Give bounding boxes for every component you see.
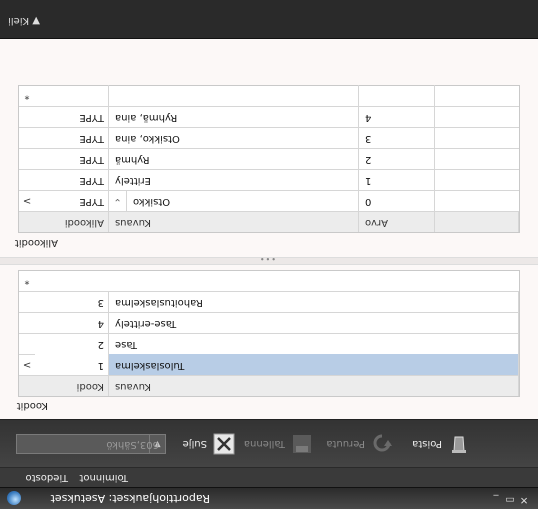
koodi-cell[interactable]: 1 bbox=[35, 354, 109, 375]
window-title: Raporttiohjaukset: Asetukset bbox=[50, 492, 210, 505]
new-row-marker: * bbox=[24, 275, 30, 286]
koodit-col-koodi[interactable]: Koodi bbox=[19, 375, 109, 396]
minimize-icon[interactable]: _ bbox=[490, 493, 502, 505]
alikoodit-col-empty bbox=[435, 211, 519, 232]
table-row[interactable]: > TYPE ⌄ Otsikko 0 bbox=[19, 190, 519, 211]
menu-bar: Tiedosto Toiminnot bbox=[0, 467, 538, 487]
title-bar: Raporttiohjaukset: Asetukset ✕ ▭ _ bbox=[0, 487, 538, 509]
close-button[interactable]: Sulje bbox=[183, 431, 235, 457]
alikoodi-cell[interactable]: TYPE bbox=[35, 169, 109, 190]
grip-dots-icon: ••• bbox=[258, 254, 276, 263]
status-bar: ▼ Kieli bbox=[0, 0, 538, 39]
koodi-cell[interactable]: 2 bbox=[35, 333, 109, 354]
kuvaus-cell[interactable]: Tase-erittely bbox=[109, 312, 519, 333]
table-row[interactable]: 2 Tase bbox=[19, 333, 519, 354]
toolbar: ▼ 603,Sähkö Poista Peruuta Tallenna Sulj… bbox=[0, 419, 538, 467]
table-row[interactable]: TYPE Erittely 1 bbox=[19, 169, 519, 190]
koodit-grid: Koodi Kuvaus > 1 Tuloslaskelma 2 Tase 4 … bbox=[18, 270, 520, 397]
kuvaus-cell[interactable]: Rahoituslaskelma bbox=[109, 291, 519, 312]
current-row-marker: > bbox=[22, 195, 32, 206]
alikoodit-col-arvo[interactable]: Arvo bbox=[359, 211, 435, 232]
close-button-label: Sulje bbox=[182, 438, 207, 450]
splitter-handle[interactable]: ••• bbox=[0, 254, 538, 265]
koodi-cell[interactable]: 3 bbox=[35, 291, 109, 312]
alikoodit-grid: Alikoodi Kuvaus Arvo > TYPE ⌄ Otsikko 0 … bbox=[18, 85, 520, 233]
content-area: Koodit Koodi Kuvaus > 1 Tuloslaskelma 2 … bbox=[0, 39, 538, 419]
new-row-kuvaus-cell[interactable] bbox=[109, 85, 359, 106]
kuvaus-cell[interactable]: Ryhmä, aina bbox=[109, 106, 359, 127]
table-row[interactable]: 3 Rahoituslaskelma bbox=[19, 291, 519, 312]
alikoodit-header-row: Alikoodi Kuvaus Arvo bbox=[19, 211, 519, 232]
arvo-cell[interactable]: 4 bbox=[359, 106, 435, 127]
kuvaus-cell[interactable]: Otsikko bbox=[127, 190, 359, 211]
close-window-icon[interactable]: ✕ bbox=[518, 493, 530, 505]
alikoodit-label: Alikoodit bbox=[14, 237, 58, 248]
arvo-cell[interactable]: 3 bbox=[359, 127, 435, 148]
menu-tiedosto[interactable]: Tiedosto bbox=[26, 472, 68, 483]
close-icon bbox=[213, 433, 235, 455]
kuvaus-cell[interactable]: Ryhmä bbox=[109, 148, 359, 169]
kuvaus-cell[interactable]: Tase bbox=[109, 333, 519, 354]
alikoodi-cell[interactable]: TYPE bbox=[35, 190, 109, 211]
alikoodi-cell[interactable]: TYPE bbox=[35, 148, 109, 169]
alikoodit-col-alikoodi[interactable]: Alikoodi bbox=[19, 211, 109, 232]
save-icon bbox=[291, 433, 313, 455]
chevron-down-icon[interactable]: ⌄ bbox=[109, 190, 127, 211]
save-button[interactable]: Tallenna bbox=[244, 431, 313, 457]
koodi-cell[interactable]: 4 bbox=[35, 312, 109, 333]
koodit-col-kuvaus[interactable]: Kuvaus bbox=[109, 375, 519, 396]
delete-icon bbox=[448, 433, 470, 455]
menu-toiminnot[interactable]: Toiminnot bbox=[79, 472, 128, 483]
table-row[interactable]: > 1 Tuloslaskelma bbox=[19, 354, 519, 375]
new-row[interactable]: * bbox=[19, 270, 519, 291]
arvo-cell[interactable]: 0 bbox=[359, 190, 435, 211]
table-row[interactable]: TYPE Ryhmä 2 bbox=[19, 148, 519, 169]
save-button-label: Tallenna bbox=[243, 438, 285, 450]
kuvaus-cell[interactable]: Otsikko, aina bbox=[109, 127, 359, 148]
settings-window: Raporttiohjaukset: Asetukset ✕ ▭ _ Tiedo… bbox=[0, 0, 538, 509]
new-row[interactable]: * bbox=[19, 85, 519, 106]
undo-button[interactable]: Peruuta bbox=[326, 431, 393, 457]
app-globe-icon bbox=[7, 491, 21, 505]
table-row[interactable]: 4 Tase-erittely bbox=[19, 312, 519, 333]
alikoodi-cell[interactable]: TYPE bbox=[35, 127, 109, 148]
new-row-marker: * bbox=[24, 90, 30, 101]
koodit-label: Koodit bbox=[16, 400, 48, 411]
undo-button-label: Peruuta bbox=[326, 438, 365, 450]
table-row[interactable]: TYPE Ryhmä, aina 4 bbox=[19, 106, 519, 127]
language-selector[interactable]: ▼ Kieli bbox=[8, 15, 40, 26]
delete-button-label: Poista bbox=[412, 438, 442, 450]
alikoodi-cell[interactable]: TYPE bbox=[35, 106, 109, 127]
koodit-header-row: Koodi Kuvaus bbox=[19, 375, 519, 396]
delete-button[interactable]: Poista bbox=[412, 431, 470, 457]
new-row-alikoodi-cell[interactable] bbox=[35, 85, 109, 106]
kuvaus-cell[interactable]: Erittely bbox=[109, 169, 359, 190]
rotated-window-frame: Raporttiohjaukset: Asetukset ✕ ▭ _ Tiedo… bbox=[0, 0, 538, 509]
company-select[interactable]: ▼ 603,Sähkö bbox=[16, 434, 166, 454]
table-row[interactable]: TYPE Otsikko, aina 3 bbox=[19, 127, 519, 148]
company-select-value: 603,Sähkö bbox=[106, 439, 159, 450]
arvo-cell[interactable]: 2 bbox=[359, 148, 435, 169]
language-label: Kieli bbox=[8, 15, 30, 26]
new-row-arvo-cell[interactable] bbox=[359, 85, 435, 106]
current-row-marker: > bbox=[22, 359, 32, 370]
undo-icon bbox=[371, 433, 393, 455]
alikoodit-col-kuvaus[interactable]: Kuvaus bbox=[109, 211, 359, 232]
arvo-cell[interactable]: 1 bbox=[359, 169, 435, 190]
maximize-icon[interactable]: ▭ bbox=[504, 493, 516, 505]
kuvaus-cell[interactable]: Tuloslaskelma bbox=[109, 354, 519, 375]
